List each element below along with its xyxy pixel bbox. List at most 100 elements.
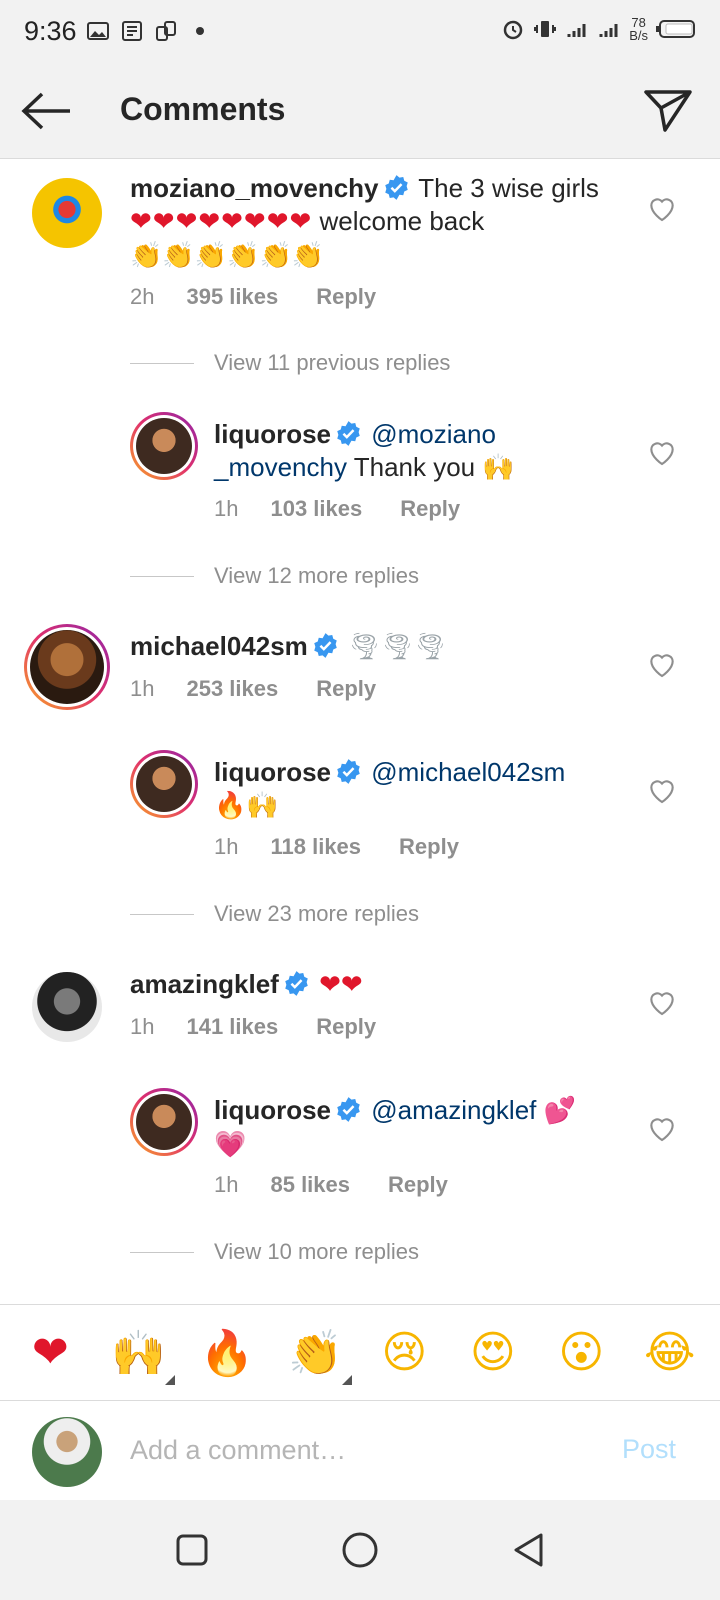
likes-count[interactable]: 118 likes [270,834,361,860]
comment-username[interactable]: liquorose [214,757,331,787]
comment-emoji: 💕 [543,1096,576,1126]
back-nav-button[interactable] [504,1526,552,1574]
avatar[interactable] [32,178,102,248]
like-heart-icon[interactable] [646,436,678,468]
comment-username[interactable]: amazingklef [130,969,279,999]
comments-list[interactable]: moziano_movenchy The 3 wise girls ❤❤❤❤❤❤… [0,160,720,1304]
comment-meta: 1h 118 likes Reply [214,834,459,860]
mention-link[interactable]: _movenchy [214,452,347,482]
network-speed-unit: B/s [629,28,648,43]
comment-meta: 1h 85 likes Reply [214,1172,448,1198]
verified-badge-icon [314,633,337,658]
emoji-clapping-button[interactable]: 👏 [284,1321,352,1385]
divider [130,913,194,915]
likes-count[interactable]: 253 likes [186,676,278,702]
more-notifications-dot [196,27,204,35]
recents-button[interactable] [168,1526,216,1574]
my-avatar [32,1417,102,1487]
divider [130,362,194,364]
comment-username[interactable]: michael042sm [130,631,308,661]
message-notification-icon [122,21,142,41]
view-replies-label: View 10 more replies [214,1239,420,1264]
status-notification-icons [86,19,204,43]
network-speed: 78 B/s [629,16,648,42]
reply-button[interactable]: Reply [316,676,376,702]
back-triangle-icon [514,1533,543,1567]
avatar[interactable] [130,750,198,818]
comment-username[interactable]: liquorose [214,419,331,449]
verified-badge-icon [285,971,308,996]
emoji-tears-of-joy-button[interactable]: 😂 [638,1321,702,1385]
emoji-fire-button[interactable]: 🔥 [195,1321,259,1385]
avatar[interactable] [24,624,110,710]
view-replies-button[interactable]: View 11 previous replies [130,350,450,376]
back-arrow-icon [21,92,70,130]
battery-icon [656,20,695,38]
comment-text: The 3 wise girls [418,173,599,203]
comment-time: 1h [214,1172,239,1197]
avatar[interactable] [32,972,102,1042]
comment-emoji: 👏👏👏👏👏👏 [130,241,325,271]
comment-body: michael042sm 🌪🌪🌪 [130,630,630,664]
post-button[interactable]: Post [622,1434,676,1465]
likes-count[interactable]: 395 likes [186,284,278,310]
reply-button[interactable]: Reply [400,496,460,522]
reply-button[interactable]: Reply [316,284,376,310]
emoji-raising-hands-button[interactable]: 🙌 [107,1321,175,1385]
reply-button[interactable]: Reply [388,1172,448,1198]
alarm-icon [503,20,523,40]
vibrate-icon [534,21,557,37]
view-replies-button[interactable]: View 23 more replies [130,901,419,927]
comment-username[interactable]: liquorose [214,1095,331,1125]
home-button[interactable] [336,1526,384,1574]
like-heart-icon[interactable] [646,648,678,680]
comment-meta: 1h 141 likes Reply [130,1014,376,1040]
send-icon [644,90,692,132]
comment-meta: 2h 395 likes Reply [130,284,376,310]
emoji-heart-button[interactable]: ❤ [18,1321,82,1385]
like-heart-icon[interactable] [646,192,678,224]
view-replies-button[interactable]: View 12 more replies [130,563,419,589]
skin-tone-indicator [164,1374,175,1385]
mention-link[interactable]: @amazingklef [371,1095,536,1125]
like-heart-icon[interactable] [646,1112,678,1144]
comment-input[interactable] [130,1423,590,1477]
signal-icon [599,24,618,37]
reply-button[interactable]: Reply [399,834,459,860]
reply-button[interactable]: Reply [316,1014,376,1040]
back-button[interactable] [18,85,74,137]
likes-count[interactable]: 103 likes [270,496,362,522]
page-title: Comments [120,91,286,127]
view-replies-button[interactable]: View 10 more replies [130,1239,419,1265]
like-heart-icon[interactable] [646,774,678,806]
mention-link[interactable]: @michael042sm [371,757,565,787]
comment-text: welcome back [319,206,485,236]
comment-emoji: 💗 [214,1130,247,1160]
emoji-crying-button[interactable]: 😢 [372,1321,436,1385]
comment-meta: 1h 103 likes Reply [214,496,460,522]
like-heart-icon[interactable] [646,986,678,1018]
avatar[interactable] [130,412,198,480]
comments-header: Comments [0,63,720,159]
emoji-heart-eyes-button[interactable]: 😍 [461,1321,525,1385]
comment-body: liquorose @moziano _movenchy Thank you 🙌 [214,418,634,485]
skin-tone-indicator [341,1374,352,1385]
view-replies-label: View 12 more replies [214,563,420,588]
mention-link[interactable]: @moziano [371,419,496,449]
status-bar: 9:36 78 B/s [0,0,720,63]
comment-body: moziano_movenchy The 3 wise girls ❤❤❤❤❤❤… [130,172,630,273]
emoji-surprised-button[interactable]: 😮 [549,1321,613,1385]
avatar[interactable] [130,1088,198,1156]
status-time: 9:36 [24,16,77,46]
divider [130,575,194,577]
comment-emoji: ❤❤❤❤❤❤❤❤ [130,207,313,237]
comment-time: 1h [130,676,155,701]
comment-username[interactable]: moziano_movenchy [130,173,379,203]
likes-count[interactable]: 141 likes [186,1014,278,1040]
share-button[interactable] [640,83,696,139]
verified-badge-icon [337,421,360,446]
comment-emoji: ❤❤ [319,970,363,1000]
gallery-notification-icon [87,22,109,40]
comment-emoji: 🙌 [482,453,515,483]
likes-count[interactable]: 85 likes [270,1172,350,1198]
